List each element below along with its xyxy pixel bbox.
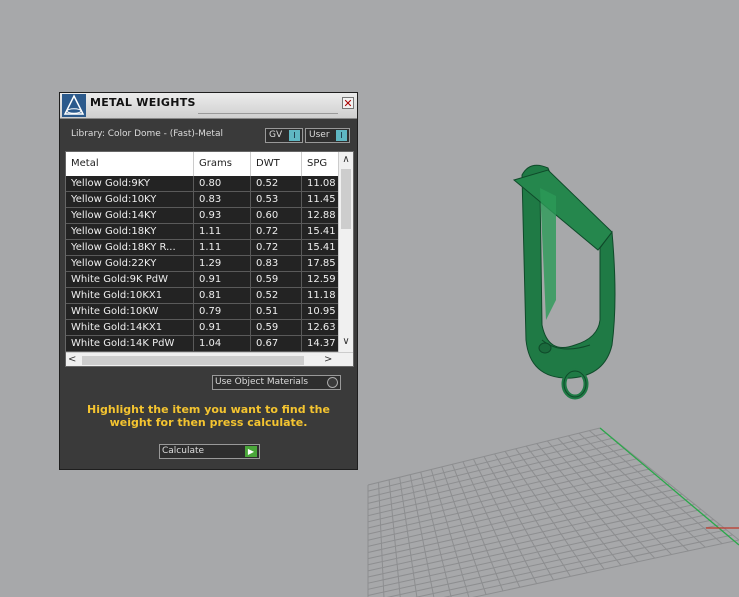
table-row[interactable]: Yellow Gold:22KY 1.29 0.83 17.85 xyxy=(66,256,338,272)
cell-metal: Yellow Gold:18KY xyxy=(66,224,194,239)
cell-metal: Yellow Gold:18KY R... xyxy=(66,240,194,255)
instructions-text: Highlight the item you want to find the … xyxy=(87,403,330,429)
cell-metal: White Gold:9K PdW xyxy=(66,272,194,287)
column-header-spg[interactable]: SPG xyxy=(302,152,338,176)
user-toggle-label: User xyxy=(309,130,330,140)
cell-grams: 1.04 xyxy=(194,336,251,351)
cell-spg: 15.41 xyxy=(307,242,336,253)
table-body: Yellow Gold:9KY 0.80 0.52 11.08 Yellow Gold… xyxy=(66,176,338,352)
close-icon: ✕ xyxy=(343,97,353,110)
column-header-grams[interactable]: Grams xyxy=(194,152,251,176)
scroll-down-icon[interactable]: ∨ xyxy=(339,334,353,350)
panel-title: METAL WEIGHTS xyxy=(90,96,196,109)
table-row[interactable]: White Gold:14K PdW 1.04 0.67 14.37 xyxy=(66,336,338,352)
table-row[interactable]: Yellow Gold:18KY 1.11 0.72 15.41 xyxy=(66,224,338,240)
table-row[interactable]: White Gold:10KX1 0.81 0.52 11.18 xyxy=(66,288,338,304)
cell-spg: 12.59 xyxy=(307,274,336,285)
horizontal-scrollbar[interactable]: < > xyxy=(66,352,353,366)
cell-metal: Yellow Gold:14KY xyxy=(66,208,194,223)
use-object-materials-label: Use Object Materials xyxy=(215,377,309,387)
table-row[interactable]: White Gold:14KX1 0.91 0.59 12.63 xyxy=(66,320,338,336)
scroll-up-icon[interactable]: ∧ xyxy=(339,152,353,168)
radio-icon xyxy=(327,377,338,388)
cell-dwt: 0.72 xyxy=(251,240,302,255)
play-icon: ▶ xyxy=(245,446,257,457)
cell-dwt: 0.59 xyxy=(251,272,302,287)
table-row[interactable]: Yellow Gold:9KY 0.80 0.52 11.08 xyxy=(66,176,338,192)
cell-metal: White Gold:10KX1 xyxy=(66,288,194,303)
title-divider xyxy=(198,113,338,114)
cell-spg: 15.41 xyxy=(307,226,336,237)
cell-metal: Yellow Gold:9KY xyxy=(66,176,194,191)
table-row[interactable]: White Gold:9K PdW 0.91 0.59 12.59 xyxy=(66,272,338,288)
cell-spg: 17.85 xyxy=(307,258,336,269)
cell-dwt: 0.53 xyxy=(251,192,302,207)
cell-grams: 0.79 xyxy=(194,304,251,319)
cell-dwt: 0.67 xyxy=(251,336,302,351)
cell-grams: 0.81 xyxy=(194,288,251,303)
gv-toggle-label: GV xyxy=(269,130,283,140)
cell-grams: 0.80 xyxy=(194,176,251,191)
cell-grams: 0.91 xyxy=(194,272,251,287)
metal-weights-panel: METAL WEIGHTS ✕ Library: Color Dome - (F… xyxy=(59,92,358,470)
calculate-label: Calculate xyxy=(162,446,205,456)
cell-grams: 1.11 xyxy=(194,240,251,255)
cell-dwt: 0.72 xyxy=(251,224,302,239)
horizontal-scroll-thumb[interactable] xyxy=(82,356,304,365)
cell-grams: 0.83 xyxy=(194,192,251,207)
cell-grams: 0.91 xyxy=(194,320,251,335)
cell-metal: White Gold:10KW xyxy=(66,304,194,319)
cell-dwt: 0.59 xyxy=(251,320,302,335)
cell-spg: 14.37 xyxy=(307,338,336,349)
cell-spg: 11.45 xyxy=(307,194,336,205)
vertical-scrollbar[interactable]: ∧ ∨ xyxy=(338,152,353,352)
calculate-button[interactable]: Calculate ▶ xyxy=(159,444,260,459)
cell-dwt: 0.83 xyxy=(251,256,302,271)
vertical-scroll-thumb[interactable] xyxy=(341,169,351,229)
cell-dwt: 0.60 xyxy=(251,208,302,223)
cell-spg: 11.08 xyxy=(307,178,336,189)
cell-metal: Yellow Gold:10KY xyxy=(66,192,194,207)
cell-spg: 12.63 xyxy=(307,322,336,333)
toggle-knob-icon: I xyxy=(289,130,300,141)
user-toggle[interactable]: User I xyxy=(305,128,350,143)
close-button[interactable]: ✕ xyxy=(342,97,354,109)
toggle-knob-icon: I xyxy=(336,130,347,141)
library-label: Library: Color Dome - (Fast)-Metal xyxy=(71,129,223,139)
use-object-materials-toggle[interactable]: Use Object Materials xyxy=(212,375,341,390)
table-row[interactable]: Yellow Gold:10KY 0.83 0.53 11.45 xyxy=(66,192,338,208)
app-logo-icon xyxy=(62,94,86,117)
panel-titlebar[interactable]: METAL WEIGHTS ✕ xyxy=(60,93,357,119)
cell-spg: 11.18 xyxy=(307,290,336,301)
cell-metal: White Gold:14K PdW xyxy=(66,336,194,351)
metal-table: Metal Grams DWT SPG Yellow Gold:9KY 0.80 0… xyxy=(65,151,354,367)
scroll-right-icon[interactable]: > xyxy=(324,353,336,366)
table-row[interactable]: Yellow Gold:14KY 0.93 0.60 12.88 xyxy=(66,208,338,224)
table-row[interactable]: Yellow Gold:18KY R... 1.11 0.72 15.41 xyxy=(66,240,338,256)
cell-dwt: 0.52 xyxy=(251,176,302,191)
cell-grams: 1.11 xyxy=(194,224,251,239)
cell-metal: White Gold:14KX1 xyxy=(66,320,194,335)
cell-dwt: 0.51 xyxy=(251,304,302,319)
column-header-dwt[interactable]: DWT xyxy=(251,152,302,176)
cell-spg: 10.95 xyxy=(307,306,336,317)
table-header: Metal Grams DWT SPG xyxy=(66,152,338,177)
gv-toggle[interactable]: GV I xyxy=(265,128,303,143)
column-header-metal[interactable]: Metal xyxy=(66,152,194,176)
cell-metal: Yellow Gold:22KY xyxy=(66,256,194,271)
cell-dwt: 0.52 xyxy=(251,288,302,303)
scroll-left-icon[interactable]: < xyxy=(68,353,80,366)
table-row[interactable]: White Gold:10KW 0.79 0.51 10.95 xyxy=(66,304,338,320)
cell-spg: 12.88 xyxy=(307,210,336,221)
cell-grams: 1.29 xyxy=(194,256,251,271)
cell-grams: 0.93 xyxy=(194,208,251,223)
